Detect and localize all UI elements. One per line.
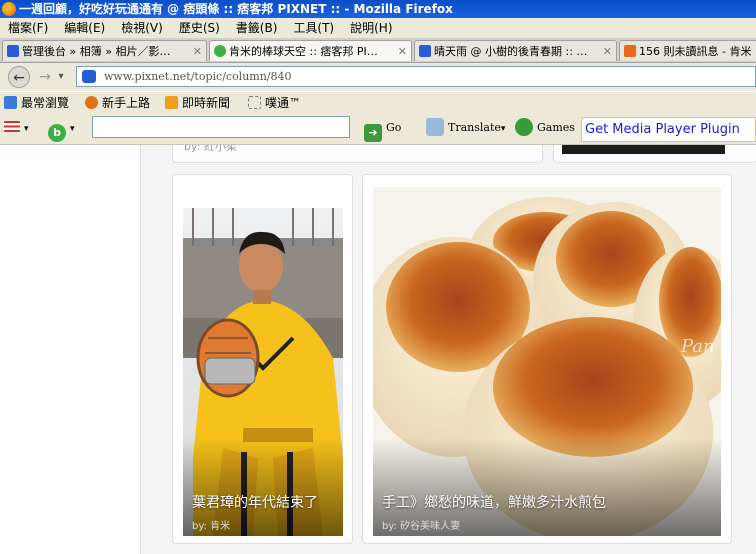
forward-button[interactable]: → bbox=[34, 66, 56, 88]
menu-tools[interactable]: 工具(T) bbox=[285, 18, 342, 38]
menu-history[interactable]: 歷史(S) bbox=[171, 18, 228, 38]
plurk-icon bbox=[624, 45, 636, 57]
go-button[interactable]: ➔ Go bbox=[364, 118, 402, 142]
article-card-partial-right[interactable] bbox=[553, 145, 756, 163]
firefox-icon bbox=[85, 96, 98, 109]
babylon-icon: b bbox=[48, 124, 66, 142]
tab-admin-album[interactable]: 管理後台 » 相簿 » 相片／影… ✕ bbox=[2, 40, 207, 61]
tab-label: 肯米的棒球天空 :: 痞客邦 PI… bbox=[229, 45, 378, 58]
url-bar[interactable]: www.pixnet.net/topic/column/840 bbox=[76, 66, 756, 87]
article-photo-fried-buns: Pan bbox=[373, 187, 721, 536]
menu-bookmarks[interactable]: 書籤(B) bbox=[228, 18, 286, 38]
page-content: by: 紅小柔 葉君璋的年代結束了 by: 肯米 Pan 手工》鄉愁的味道，鮮嫩… bbox=[0, 145, 756, 554]
page-icon bbox=[248, 96, 261, 109]
baseball-player-image bbox=[183, 208, 343, 536]
flag-dropdown[interactable]: ▾ bbox=[4, 118, 29, 138]
article-author: by: 紅小柔 bbox=[184, 145, 237, 153]
translate-label: Translate bbox=[448, 121, 501, 134]
tab-label: 晴天雨 @ 小樹的後青春期 :: … bbox=[434, 45, 588, 58]
article-thumbnail bbox=[562, 145, 725, 154]
bookmark-label: 新手上路 bbox=[102, 96, 151, 110]
loading-icon bbox=[214, 45, 226, 57]
games-button[interactable]: Games bbox=[515, 118, 575, 138]
article-author: by: 肯米 bbox=[192, 521, 231, 532]
games-icon bbox=[515, 118, 533, 136]
bookmark-getting-started[interactable]: 新手上路 bbox=[85, 92, 150, 114]
article-card-partial[interactable]: by: 紅小柔 bbox=[172, 145, 543, 163]
close-icon[interactable]: ✕ bbox=[398, 41, 407, 61]
bookmarks-bar: 最常瀏覽 新手上路 即時新聞 噗通™ bbox=[0, 92, 756, 114]
fried-buns-image: Pan bbox=[373, 187, 721, 536]
tab-baseball-blog[interactable]: 肯米的棒球天空 :: 痞客邦 PI… ✕ bbox=[209, 40, 412, 61]
close-icon[interactable]: ✕ bbox=[193, 41, 202, 61]
article-author: by: 矽谷美味人妻 bbox=[382, 521, 461, 532]
url-text: www.pixnet.net/topic/column/840 bbox=[104, 70, 292, 83]
media-player-plugin-bar[interactable]: Get Media Player Plugin bbox=[581, 117, 756, 142]
tab-unread-messages[interactable]: 156 則未讀訊息 - 肯米 bbox=[619, 40, 756, 61]
toolbar-search-input[interactable] bbox=[92, 116, 350, 138]
firefox-icon bbox=[2, 2, 16, 16]
magnifier-icon bbox=[4, 96, 17, 109]
history-dropdown-icon[interactable]: ▾ bbox=[54, 66, 68, 88]
menu-view[interactable]: 檢視(V) bbox=[113, 18, 171, 38]
pixnet-icon bbox=[7, 45, 19, 57]
article-title[interactable]: 葉君璋的年代結束了 bbox=[192, 492, 318, 512]
tab-bar: 管理後台 » 相簿 » 相片／影… ✕ 肯米的棒球天空 :: 痞客邦 PI… ✕… bbox=[0, 38, 756, 63]
arrow-right-icon: ➔ bbox=[364, 124, 382, 142]
navigation-bar: ← → ▾ www.pixnet.net/topic/column/840 bbox=[0, 63, 756, 91]
games-label: Games bbox=[537, 121, 575, 134]
us-flag-icon bbox=[4, 121, 20, 132]
left-panel bbox=[0, 145, 141, 554]
menu-edit[interactable]: 編輯(E) bbox=[56, 18, 113, 38]
article-photo-baseball-player bbox=[183, 208, 343, 536]
bookmark-label: 即時新聞 bbox=[182, 96, 231, 110]
article-card-baseball[interactable]: 葉君璋的年代結束了 by: 肯米 bbox=[172, 174, 353, 544]
site-favicon bbox=[82, 70, 96, 83]
back-button[interactable]: ← bbox=[8, 66, 30, 88]
bookmark-plurk[interactable]: 噗通™ bbox=[248, 92, 301, 114]
translate-icon bbox=[426, 118, 444, 136]
menu-file[interactable]: 檔案(F) bbox=[0, 18, 56, 38]
tab-sunny-rain[interactable]: 晴天雨 @ 小樹的後青春期 :: … ✕ bbox=[414, 40, 617, 61]
window-titlebar: 一週回顧，好吃好玩通通有 @ 痞頭條 :: 痞客邦 PIXNET :: - Mo… bbox=[0, 0, 756, 18]
tab-label: 156 則未讀訊息 - 肯米 bbox=[639, 45, 752, 58]
bookmark-label: 最常瀏覽 bbox=[21, 96, 70, 110]
close-icon[interactable]: ✕ bbox=[603, 41, 612, 61]
photo-watermark: Pan bbox=[680, 336, 715, 357]
window-title: 一週回顧，好吃好玩通通有 @ 痞頭條 :: 痞客邦 PIXNET :: - Mo… bbox=[19, 2, 453, 16]
menu-bar: 檔案(F) 編輯(E) 檢視(V) 歷史(S) 書籤(B) 工具(T) 說明(H) bbox=[0, 18, 756, 38]
article-title[interactable]: 手工》鄉愁的味道，鮮嫩多汁水煎包 bbox=[382, 492, 606, 512]
bookmark-label: 噗通™ bbox=[265, 96, 302, 110]
go-label: Go bbox=[386, 121, 402, 134]
translate-button[interactable]: Translate▾ bbox=[426, 118, 505, 138]
rss-icon bbox=[165, 96, 178, 109]
babylon-button[interactable]: b ▾ bbox=[48, 118, 75, 142]
tab-label: 管理後台 » 相簿 » 相片／影… bbox=[22, 45, 171, 58]
bookmark-most-visited[interactable]: 最常瀏覽 bbox=[4, 92, 69, 114]
pixnet-icon bbox=[419, 45, 431, 57]
menu-help[interactable]: 說明(H) bbox=[342, 18, 400, 38]
bookmark-latest-news[interactable]: 即時新聞 bbox=[165, 92, 230, 114]
article-card-buns[interactable]: Pan 手工》鄉愁的味道，鮮嫩多汁水煎包 by: 矽谷美味人妻 bbox=[362, 174, 732, 544]
